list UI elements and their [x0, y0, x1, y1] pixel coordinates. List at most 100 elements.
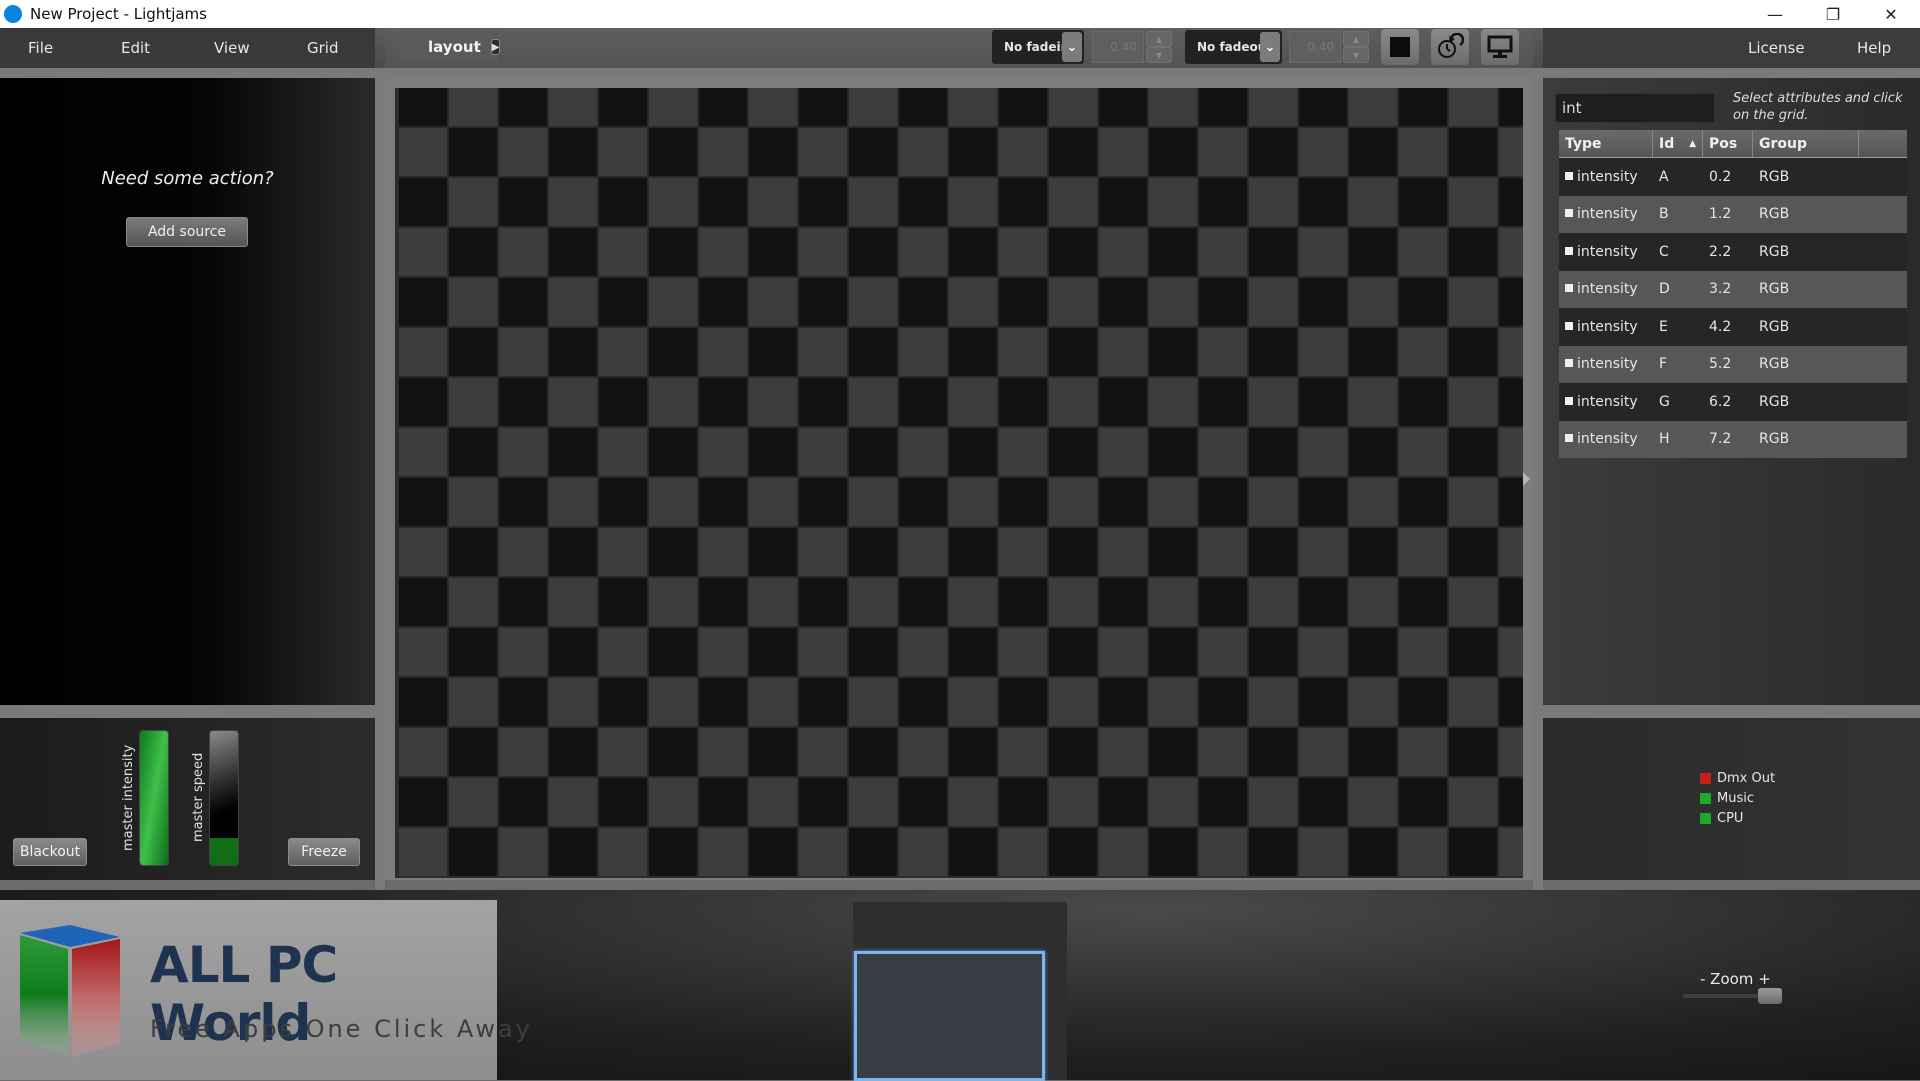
- grid-cell[interactable]: [698, 277, 748, 327]
- grid-cell[interactable]: [648, 577, 698, 627]
- grid-cell[interactable]: [1498, 177, 1523, 227]
- attribute-filter-input[interactable]: int: [1555, 93, 1715, 123]
- grid-cell[interactable]: [948, 227, 998, 277]
- grid-cell[interactable]: [1298, 177, 1348, 227]
- grid-cell[interactable]: [1148, 88, 1198, 127]
- grid-cell[interactable]: [1498, 527, 1523, 577]
- grid-cell[interactable]: [548, 177, 598, 227]
- grid-cell[interactable]: [998, 777, 1048, 827]
- grid-cell[interactable]: [848, 577, 898, 627]
- grid-cell[interactable]: [1398, 827, 1448, 877]
- grid-cell[interactable]: [448, 127, 498, 177]
- restore-button[interactable]: ❐: [1804, 0, 1862, 28]
- checkbox-icon[interactable]: [1565, 209, 1573, 218]
- grid-cell[interactable]: [798, 227, 848, 277]
- grid-cell[interactable]: [1098, 627, 1148, 677]
- grid-cell[interactable]: [648, 477, 698, 527]
- column-pos[interactable]: Pos: [1703, 130, 1753, 157]
- grid-cell[interactable]: [548, 727, 598, 777]
- grid-cell[interactable]: [998, 427, 1048, 477]
- grid-cell[interactable]: [548, 88, 598, 127]
- grid-cell[interactable]: [1398, 377, 1448, 427]
- grid-cell[interactable]: [498, 627, 548, 677]
- chevron-down-icon[interactable]: ⌄: [1260, 32, 1280, 62]
- grid-cell[interactable]: [948, 827, 998, 877]
- grid-cell[interactable]: [1248, 427, 1298, 477]
- grid-cell[interactable]: [998, 277, 1048, 327]
- grid-cell[interactable]: [448, 777, 498, 827]
- grid-cell[interactable]: [1048, 777, 1098, 827]
- grid-cell[interactable]: [898, 377, 948, 427]
- grid-cell[interactable]: [898, 277, 948, 327]
- grid-cell[interactable]: [448, 577, 498, 627]
- grid-cell[interactable]: [498, 577, 548, 627]
- grid-cell[interactable]: [448, 827, 498, 877]
- grid-cell[interactable]: [398, 127, 448, 177]
- fadeout-stepper[interactable]: ▲ ▼: [1343, 31, 1369, 63]
- menu-license[interactable]: License: [1748, 39, 1805, 57]
- table-row[interactable]: intensity G 6.2 RGB: [1559, 383, 1907, 421]
- grid-cell[interactable]: [848, 227, 898, 277]
- grid-cell[interactable]: [848, 177, 898, 227]
- grid-cell[interactable]: [948, 277, 998, 327]
- checkbox-icon[interactable]: [1565, 359, 1573, 368]
- grid-cell[interactable]: [848, 527, 898, 577]
- grid-cell[interactable]: [448, 327, 498, 377]
- grid-cell[interactable]: [648, 277, 698, 327]
- grid-cell[interactable]: [698, 727, 748, 777]
- grid-cell[interactable]: [598, 527, 648, 577]
- grid-cell[interactable]: [848, 88, 898, 127]
- grid-cell[interactable]: [1048, 88, 1098, 127]
- grid-cell[interactable]: [1398, 677, 1448, 727]
- grid-cell[interactable]: [648, 427, 698, 477]
- grid-cell[interactable]: [598, 577, 648, 627]
- grid-cell[interactable]: [598, 177, 648, 227]
- grid-cell[interactable]: [948, 777, 998, 827]
- grid-cell[interactable]: [848, 677, 898, 727]
- grid-cell[interactable]: [848, 277, 898, 327]
- grid-cell[interactable]: [748, 227, 798, 277]
- add-source-button[interactable]: Add source: [126, 217, 248, 247]
- grid-cell[interactable]: [1348, 227, 1398, 277]
- grid-cell[interactable]: [1098, 227, 1148, 277]
- grid-cell[interactable]: [1398, 277, 1448, 327]
- grid-cell[interactable]: [848, 777, 898, 827]
- table-row[interactable]: intensity H 7.2 RGB: [1559, 420, 1907, 458]
- grid-cell[interactable]: [1298, 88, 1348, 127]
- grid-cell[interactable]: [498, 527, 548, 577]
- grid-cell[interactable]: [498, 827, 548, 877]
- grid-cell[interactable]: [1148, 577, 1198, 627]
- grid-cell[interactable]: [898, 227, 948, 277]
- grid-cell[interactable]: [1198, 727, 1248, 777]
- grid-cell[interactable]: [698, 177, 748, 227]
- grid-cell[interactable]: [998, 88, 1048, 127]
- table-row[interactable]: intensity A 0.2 RGB: [1559, 158, 1907, 196]
- menu-help[interactable]: Help: [1857, 39, 1891, 57]
- grid-cell[interactable]: [1198, 327, 1248, 377]
- grid-cell[interactable]: [1248, 527, 1298, 577]
- fadein-stepper[interactable]: ▲ ▼: [1146, 31, 1172, 63]
- grid-cell[interactable]: [1048, 727, 1098, 777]
- grid-cell[interactable]: [448, 677, 498, 727]
- grid-cell[interactable]: [1448, 577, 1498, 627]
- grid-cell[interactable]: [748, 677, 798, 727]
- master-speed-slider[interactable]: [209, 730, 239, 866]
- column-group[interactable]: Group: [1753, 130, 1859, 157]
- grid-cell[interactable]: [898, 827, 948, 877]
- grid-cell[interactable]: [798, 827, 848, 877]
- grid-cell[interactable]: [748, 88, 798, 127]
- grid-cell[interactable]: [1248, 777, 1298, 827]
- grid-cell[interactable]: [1198, 177, 1248, 227]
- grid-cell[interactable]: [748, 777, 798, 827]
- grid-cell[interactable]: [1448, 177, 1498, 227]
- grid-cell[interactable]: [398, 477, 448, 527]
- grid-cell[interactable]: [498, 777, 548, 827]
- grid-cell[interactable]: [948, 327, 998, 377]
- checkbox-icon[interactable]: [1565, 396, 1573, 405]
- grid-cell[interactable]: [1448, 377, 1498, 427]
- grid-cell[interactable]: [1298, 427, 1348, 477]
- grid-cell[interactable]: [548, 327, 598, 377]
- table-row[interactable]: intensity F 5.2 RGB: [1559, 345, 1907, 383]
- grid-cell[interactable]: [1148, 427, 1198, 477]
- grid-cell[interactable]: [1248, 727, 1298, 777]
